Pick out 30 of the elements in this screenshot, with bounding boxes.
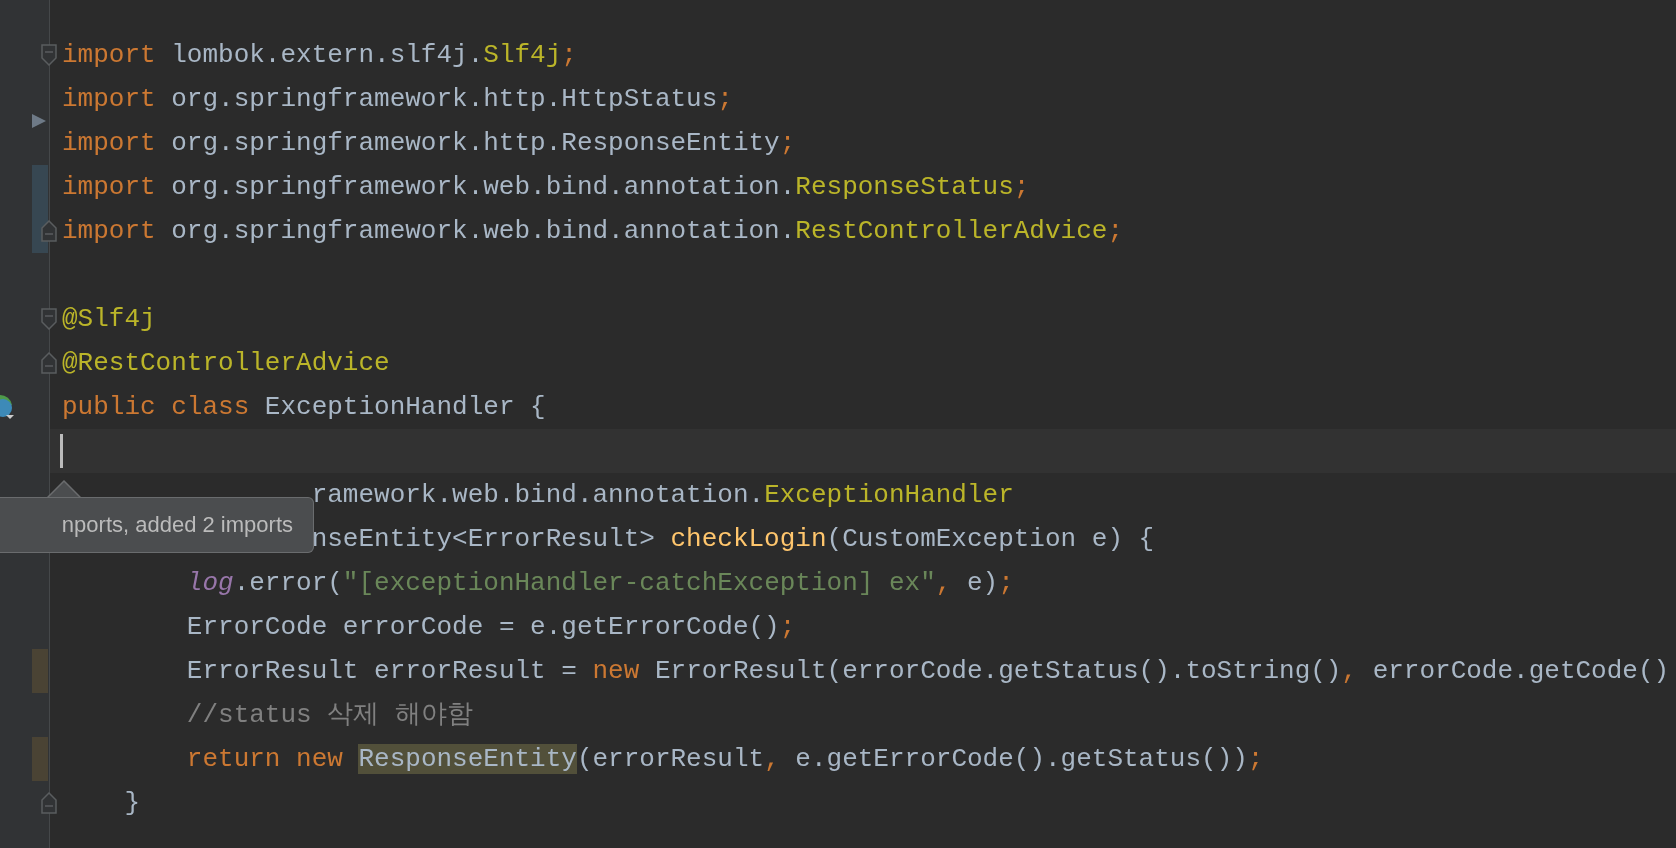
fold-icon[interactable] — [41, 792, 57, 814]
code-line: import org.springframework.http.HttpStatus; — [62, 84, 733, 114]
code-line: import org.springframework.http.ResponseEntity; — [62, 128, 796, 158]
code-line: nseEntity<ErrorResult> checkLogin(CustomException e) { — [311, 524, 1155, 554]
text-cursor — [60, 434, 63, 468]
code-line: ErrorCode errorCode = e.getErrorCode(); — [186, 612, 796, 642]
code-editor[interactable] — [0, 0, 1676, 848]
fold-icon[interactable] — [41, 44, 57, 66]
tooltip-text: nports, added 2 imports — [61, 512, 293, 538]
code-line: ErrorResult errorResult = new ErrorResult(errorCode.getStatus().toString(), errorCode.getCode() — [186, 656, 1670, 686]
class-icon[interactable] — [0, 393, 16, 419]
code-line: @Slf4j — [62, 304, 156, 334]
change-marker[interactable] — [32, 165, 48, 209]
change-marker[interactable] — [32, 649, 48, 693]
fold-icon[interactable] — [41, 308, 57, 330]
code-line: @RestControllerAdvice — [62, 348, 390, 378]
change-marker[interactable] — [32, 737, 48, 781]
code-line: log.error("[exceptionHandler-catchException] ex", e); — [186, 568, 1014, 598]
code-line: ramework.web.bind.annotation.ExceptionHandler — [311, 480, 1014, 510]
tooltip-pointer — [47, 480, 81, 498]
fold-icon[interactable] — [41, 220, 57, 242]
code-line: } — [124, 788, 141, 818]
code-line: return new ResponseEntity(errorResult, e.getErrorCode().getStatus()); — [186, 744, 1264, 774]
code-line: import lombok.extern.slf4j.Slf4j; — [62, 40, 577, 70]
play-triangle-icon[interactable] — [31, 113, 47, 129]
code-line: public class ExceptionHandler { — [62, 392, 546, 422]
code-line: //status 삭제 해야함 — [186, 700, 473, 730]
fold-icon[interactable] — [41, 352, 57, 374]
code-line: import org.springframework.web.bind.annotation.RestControllerAdvice; — [62, 216, 1123, 246]
code-line: import org.springframework.web.bind.annotation.ResponseStatus; — [62, 172, 1030, 202]
